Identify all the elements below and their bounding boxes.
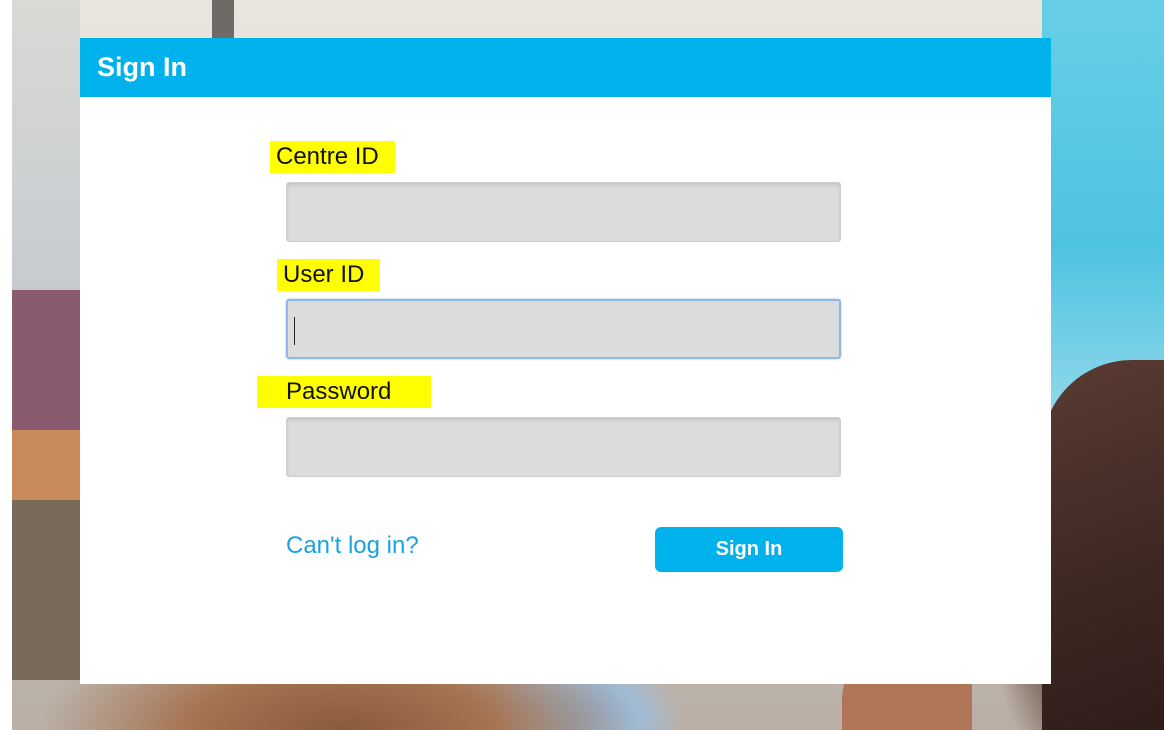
centre-id-label: Centre ID xyxy=(270,141,395,173)
user-id-field[interactable] xyxy=(286,299,841,359)
background-pillar xyxy=(212,0,234,40)
background-board xyxy=(1042,0,1164,410)
background-shelf xyxy=(12,500,80,680)
password-field[interactable] xyxy=(286,417,841,477)
dialog-title: Sign In xyxy=(97,52,187,82)
text-caret xyxy=(294,317,295,345)
dialog-header: Sign In xyxy=(80,38,1051,97)
background-person xyxy=(1042,360,1164,730)
password-label: Password xyxy=(257,376,432,408)
centre-id-field[interactable] xyxy=(286,182,841,242)
background-wall xyxy=(12,0,80,290)
background-shelf xyxy=(12,290,80,430)
sign-in-dialog: Sign In Centre ID User ID Password Can't… xyxy=(80,38,1051,684)
cant-login-link[interactable]: Can't log in? xyxy=(286,532,419,560)
sign-in-button[interactable]: Sign In xyxy=(655,527,843,572)
background-shelf xyxy=(12,430,80,500)
user-id-label: User ID xyxy=(277,259,381,291)
